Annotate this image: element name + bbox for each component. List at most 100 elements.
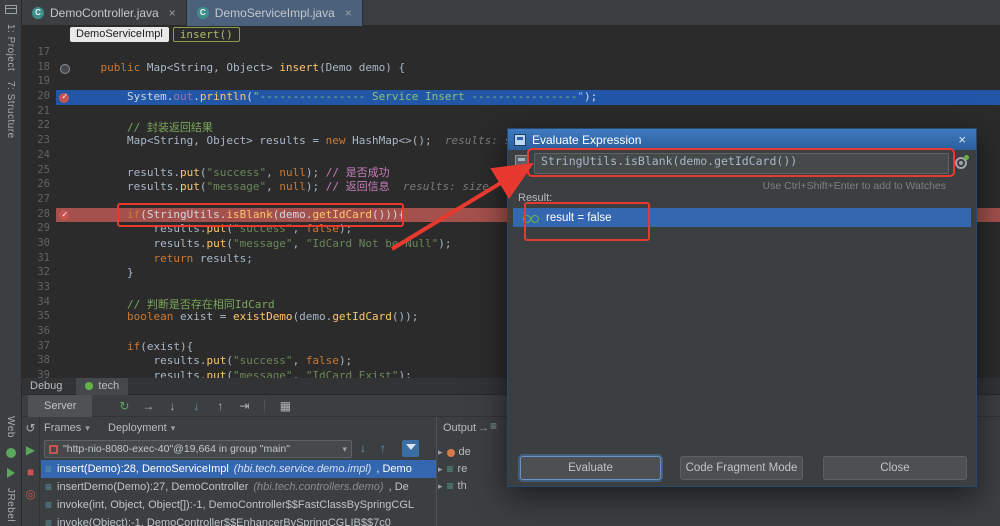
line-number[interactable]: 36 <box>22 325 56 340</box>
tab-democontroller[interactable]: C DemoController.java × <box>22 0 187 26</box>
force-step-into-icon[interactable] <box>188 399 204 413</box>
stack-frame-row[interactable]: invoke(int, Object, Object[]):-1, DemoCo… <box>41 496 436 514</box>
close-button[interactable]: Close <box>823 456 967 480</box>
thread-dump-icon[interactable] <box>277 399 293 413</box>
restart-icon[interactable] <box>23 421 39 435</box>
expression-input[interactable]: StringUtils.isBlank(demo.getIdCard()) <box>534 153 949 174</box>
breadcrumb-class[interactable]: DemoServiceImpl <box>70 27 169 42</box>
toolwindow-web[interactable]: Web <box>5 416 16 438</box>
output-tab[interactable]: Output <box>443 419 489 437</box>
stack-frame-row[interactable]: insertDemo(Demo):27, DemoController (hbi… <box>41 478 436 496</box>
line-number[interactable]: 23 <box>22 134 56 149</box>
expression-settings-icon[interactable] <box>955 157 967 169</box>
ide-menu-icon[interactable] <box>5 5 17 14</box>
line-number[interactable]: 21 <box>22 105 56 120</box>
line-number[interactable]: 37 <box>22 340 56 355</box>
line-number[interactable]: 31 <box>22 252 56 267</box>
debug-session-tab[interactable]: tech <box>76 378 128 395</box>
close-icon[interactable]: × <box>954 132 970 147</box>
evaluate-expression-dialog: Evaluate Expression × StringUtils.isBlan… <box>507 128 977 487</box>
breadcrumb-method[interactable]: insert() <box>173 27 240 42</box>
console-menu-icon[interactable]: ≡ <box>490 419 497 433</box>
line-number[interactable]: 33 <box>22 281 56 296</box>
close-tab-icon[interactable]: × <box>345 6 352 20</box>
frame-location: insertDemo(Demo):27, DemoController <box>57 478 248 496</box>
line-number[interactable]: 26 <box>22 178 56 193</box>
code-text[interactable]: System.out.println("---------------- Ser… <box>74 90 1000 105</box>
line-number[interactable]: 39 <box>22 369 56 378</box>
gutter-spacer <box>56 340 74 355</box>
line-number[interactable]: 25 <box>22 164 56 179</box>
frame-up-icon[interactable]: ↑ <box>380 441 386 455</box>
expand-chevron-icon[interactable] <box>438 478 443 495</box>
stack-frame-row[interactable]: insert(Demo):28, DemoServiceImpl (hbi.te… <box>41 460 436 478</box>
line-number[interactable]: 20 <box>22 90 56 105</box>
gutter-spacer <box>56 325 74 340</box>
line-number[interactable]: 32 <box>22 266 56 281</box>
frames-tab[interactable]: Frames <box>44 419 90 437</box>
toolwindow-jrebel[interactable]: JRebel <box>5 488 16 522</box>
jrebel-run-icon[interactable] <box>7 468 15 478</box>
stack-frame-row[interactable]: invoke(Object):-1, DemoController$$Enhan… <box>41 514 436 526</box>
line-number[interactable]: 19 <box>22 75 56 90</box>
line-number[interactable]: 29 <box>22 222 56 237</box>
expand-chevron-icon[interactable] <box>438 461 443 478</box>
variable-label: de <box>459 444 471 461</box>
frame-package: (hbi.tech.controllers.demo) <box>253 478 383 496</box>
code-line-17: 17 <box>22 46 1000 61</box>
line-number[interactable]: 38 <box>22 354 56 369</box>
breakpoint-icon[interactable] <box>56 208 74 223</box>
code-text[interactable] <box>74 75 1000 90</box>
hide-library-frames-filter-icon[interactable] <box>402 440 419 457</box>
gutter-spacer <box>56 310 74 325</box>
result-row[interactable]: result = false <box>513 208 971 227</box>
frame-icon <box>45 460 52 478</box>
line-number[interactable]: 34 <box>22 296 56 311</box>
pane-divider[interactable] <box>436 417 437 526</box>
step-out-icon[interactable] <box>212 399 228 413</box>
rerun-icon[interactable] <box>116 399 132 413</box>
jrebel-icon[interactable] <box>6 448 16 458</box>
code-fragment-mode-button[interactable]: Code Fragment Mode <box>680 456 803 480</box>
line-number[interactable]: 28 <box>22 208 56 223</box>
dialog-title-bar[interactable]: Evaluate Expression × <box>508 129 976 150</box>
frame-icon <box>45 514 52 526</box>
gutter-spacer <box>56 105 74 120</box>
view-breakpoints-icon[interactable] <box>23 487 39 501</box>
toolwindow-project[interactable]: 1: Project <box>5 24 16 71</box>
result-value: result = false <box>546 212 612 224</box>
line-number[interactable]: 35 <box>22 310 56 325</box>
code-text[interactable]: public Map<String, Object> insert(Demo d… <box>74 61 1000 76</box>
frame-down-icon[interactable]: ↓ <box>360 441 366 455</box>
arrow-right-icon <box>476 422 489 434</box>
chevron-down-icon <box>81 422 90 434</box>
line-number[interactable]: 17 <box>22 46 56 61</box>
debug-side-icons <box>22 417 40 526</box>
variable-icon <box>447 478 454 495</box>
toolwindow-structure[interactable]: 7: Structure <box>5 81 16 139</box>
run-to-cursor-icon[interactable] <box>236 399 252 413</box>
line-number[interactable]: 18 <box>22 61 56 76</box>
expand-chevron-icon[interactable] <box>438 444 443 461</box>
step-into-icon[interactable] <box>164 399 180 413</box>
breakpoint-icon[interactable] <box>56 90 74 105</box>
tab-demoserviceimpl[interactable]: C DemoServiceImpl.java × <box>187 0 363 26</box>
stop-icon[interactable] <box>23 465 39 479</box>
gutter-spacer <box>56 369 74 378</box>
code-text[interactable] <box>74 105 1000 120</box>
close-tab-icon[interactable]: × <box>169 6 176 20</box>
resume-icon[interactable] <box>23 443 39 457</box>
line-number[interactable]: 30 <box>22 237 56 252</box>
step-over-icon[interactable] <box>140 399 156 413</box>
implement-marker-icon[interactable] <box>56 61 74 76</box>
thread-selector[interactable]: "http-nio-8080-exec-40"@19,664 in group … <box>44 440 352 458</box>
class-icon: C <box>32 7 44 19</box>
code-text[interactable] <box>74 46 1000 61</box>
deployment-tab[interactable]: Deployment <box>108 419 175 437</box>
thread-icon <box>49 445 58 454</box>
line-number[interactable]: 27 <box>22 193 56 208</box>
line-number[interactable]: 24 <box>22 149 56 164</box>
evaluate-button[interactable]: Evaluate <box>520 456 661 480</box>
server-tab[interactable]: Server <box>28 395 92 417</box>
line-number[interactable]: 22 <box>22 119 56 134</box>
